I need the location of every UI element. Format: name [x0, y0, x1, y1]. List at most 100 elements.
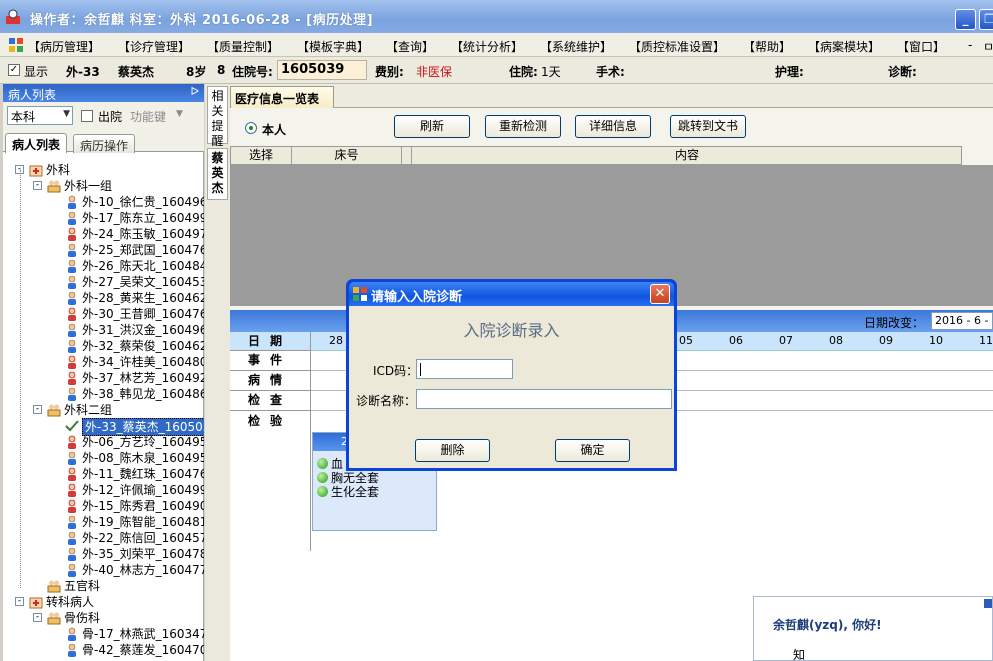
menu-mdi-minimize[interactable]: - — [968, 38, 972, 52]
dept-select[interactable]: 本科 ▼ — [7, 106, 73, 125]
close-icon[interactable]: ✕ — [650, 284, 670, 304]
patient-tree-item[interactable]: 外-08_陈木泉_160495 — [3, 450, 204, 466]
patient-tree-item[interactable]: 外-22_陈信回_160457 — [3, 530, 204, 546]
stay-days: 1天 — [541, 65, 561, 79]
patient-tree-item[interactable]: 外-30_王昔卿_160476 — [3, 306, 204, 322]
patient-tree-item[interactable]: 外-38_韩见龙_160486 — [3, 386, 204, 402]
tree-group-item[interactable]: - 外科 — [3, 162, 204, 178]
patient-tree-item[interactable]: 外-33_蔡英杰_160503 — [3, 418, 204, 436]
green-dot-icon — [317, 472, 328, 483]
menu-window[interactable]: 【窗口】 — [897, 38, 945, 55]
collapse-icon[interactable]: - — [33, 613, 42, 622]
menu-bar: 【病历管理】 【诊疗管理】 【质量控制】 【模板字典】 【查询】 【统计分析】 … — [0, 33, 993, 57]
menu-help[interactable]: 【帮助】 — [743, 38, 791, 55]
tree-group-item[interactable]: 五官科 — [3, 578, 204, 594]
menu-template-dict[interactable]: 【模板字典】 — [297, 38, 369, 55]
patient-tree-item[interactable]: 骨-42_蔡莲发_160470 — [3, 642, 204, 658]
icd-input[interactable] — [416, 359, 513, 379]
menu-case-module[interactable]: 【病案模块】 — [808, 38, 880, 55]
menu-system-maintenance[interactable]: 【系统维护】 — [540, 38, 612, 55]
patient-tree-item[interactable]: 外-28_黄来生_160462 — [3, 290, 204, 306]
collapse-icon[interactable]: - — [33, 181, 42, 190]
recheck-button[interactable]: 重新检测 — [485, 115, 561, 138]
function-key-dropdown[interactable]: 功能键 — [130, 108, 166, 125]
patient-tree-item[interactable]: 外-40_林志方_160477 — [3, 562, 204, 578]
diagnosis-name-input[interactable] — [416, 389, 672, 409]
minimize-button[interactable]: _ — [955, 9, 976, 30]
tab-patient-name[interactable]: 蔡英杰 — [207, 148, 228, 200]
tree-group-item[interactable]: - 外科二组 — [3, 402, 204, 418]
col-select[interactable]: 选择 — [231, 147, 292, 164]
discharged-checkbox[interactable] — [81, 110, 93, 122]
jump-to-document-button[interactable]: 跳转到文书 — [670, 115, 746, 138]
row-label-date: 日期 — [230, 332, 311, 351]
vertical-tab-strip: 相关提醒 蔡英杰 — [205, 84, 230, 661]
col-content[interactable]: 内容 — [412, 147, 962, 164]
col-bed[interactable]: 床号 — [292, 147, 402, 164]
menu-medical-record[interactable]: 【病历管理】 — [28, 38, 100, 55]
tree-item-label: 外-32_蔡荣俊_160462 — [82, 339, 204, 353]
menu-query[interactable]: 【查询】 — [386, 38, 434, 55]
female-patient-icon — [65, 483, 79, 497]
patient-tree-item[interactable]: 外-10_徐仁贵_160496 — [3, 194, 204, 210]
greeting-expand-icon[interactable] — [984, 599, 992, 608]
tree-item-label: 外科 — [46, 163, 71, 177]
patient-tree-item[interactable]: 外-31_洪汉金_160496 — [3, 322, 204, 338]
tree-item-label: 转科病人 — [46, 595, 95, 609]
show-checkbox[interactable]: ✓ — [8, 64, 20, 76]
tab-patient-list[interactable]: 病人列表 — [5, 133, 68, 153]
lab-item[interactable]: 生化全套 — [317, 483, 379, 500]
patient-tree-item[interactable]: 外-26_陈天北_160484 — [3, 258, 204, 274]
patient-tree-item[interactable]: 外-32_蔡荣俊_160462 — [3, 338, 204, 354]
tree-item-label: 外-25_郑武国_160476 — [82, 243, 204, 257]
tree-connector — [20, 170, 21, 588]
patient-list-panel: 病人列表 ᐅ 本科 ▼ 出院 功能键 ▼ 病人列表 病历操作 - 外科 - 外科一组外… — [3, 84, 204, 661]
restore-button[interactable]: ❐ — [979, 9, 993, 30]
tree-group-item[interactable]: - 转科病人 — [3, 594, 204, 610]
menu-treatment[interactable]: 【诊疗管理】 — [118, 38, 190, 55]
female-patient-icon — [65, 355, 79, 369]
patient-tree-item[interactable]: 外-12_许佩瑜_160499 — [3, 482, 204, 498]
menu-quality-control[interactable]: 【质量控制】 — [207, 38, 279, 55]
menu-mdi-restore[interactable]: ㅁ — [983, 38, 993, 55]
delete-button[interactable]: 删除 — [415, 439, 490, 462]
patient-tree-item[interactable]: 外-34_许桂美_160480 — [3, 354, 204, 370]
tree-group-item[interactable]: - 外科一组 — [3, 178, 204, 194]
tree-item-label: 外-10_徐仁贵_160496 — [82, 195, 204, 209]
patient-tree-item[interactable]: 外-06_方艺玲_160495 — [3, 434, 204, 450]
ok-button[interactable]: 确定 — [555, 439, 630, 462]
patient-tree-item[interactable]: 外-25_郑武国_160476 — [3, 242, 204, 258]
text-cursor — [420, 363, 421, 376]
function-key-chevron-icon[interactable]: ▼ — [176, 109, 183, 119]
refresh-button[interactable]: 刷新 — [394, 115, 470, 138]
tree-group-item[interactable]: - 骨伤科 — [3, 610, 204, 626]
patient-tree-item[interactable]: 外-35_刘荣平_160478 — [3, 546, 204, 562]
patient-tree-item[interactable]: 外-37_林艺芳_160492 — [3, 370, 204, 386]
details-button[interactable]: 详细信息 — [575, 115, 651, 138]
diagnosis-label: 诊断: — [888, 65, 917, 79]
window-title: 操作者：余哲麒 科室：外科 2016-06-28 - [病历处理] — [30, 13, 374, 28]
tree-item-label: 外-06_方艺玲_160495 — [82, 435, 204, 449]
patient-tree-item[interactable]: 外-24_陈玉敏_160497 — [3, 226, 204, 242]
tab-related-reminder[interactable]: 相关提醒 — [207, 86, 228, 148]
tab-medical-overview[interactable]: 医疗信息一览表 — [230, 86, 334, 108]
fee-label: 费别: — [375, 65, 404, 79]
self-radio[interactable] — [245, 122, 257, 134]
inpatient-no-field[interactable]: 1605039 — [277, 60, 367, 80]
collapse-icon[interactable]: - — [33, 405, 42, 414]
patient-tree-item[interactable]: 外-15_陈秀君_160490 — [3, 498, 204, 514]
patient-tree-item[interactable]: 骨-17_林燕武_160347 — [3, 626, 204, 642]
patient-tree-item[interactable]: 外-11_魏红珠_160476 — [3, 466, 204, 482]
collapse-icon[interactable]: - — [15, 597, 24, 606]
tab-record-operation[interactable]: 病历操作 — [73, 134, 136, 153]
date-change-input[interactable]: 2016 - 6 - 29 — [931, 312, 993, 330]
patient-tree-item[interactable]: 外-27_吴荣文_160453 — [3, 274, 204, 290]
menu-qc-standard[interactable]: 【质控标准设置】 — [629, 38, 725, 55]
group-icon — [47, 179, 61, 193]
patient-tree-item[interactable]: 外-19_陈智能_160481 — [3, 514, 204, 530]
female-patient-icon — [65, 435, 79, 449]
date-change-label: 日期改变： — [864, 316, 925, 330]
patient-tree-item[interactable]: 外-17_陈东立_160499 — [3, 210, 204, 226]
pin-icon[interactable]: ᐅ — [191, 85, 199, 98]
menu-statistics[interactable]: 【统计分析】 — [451, 38, 523, 55]
